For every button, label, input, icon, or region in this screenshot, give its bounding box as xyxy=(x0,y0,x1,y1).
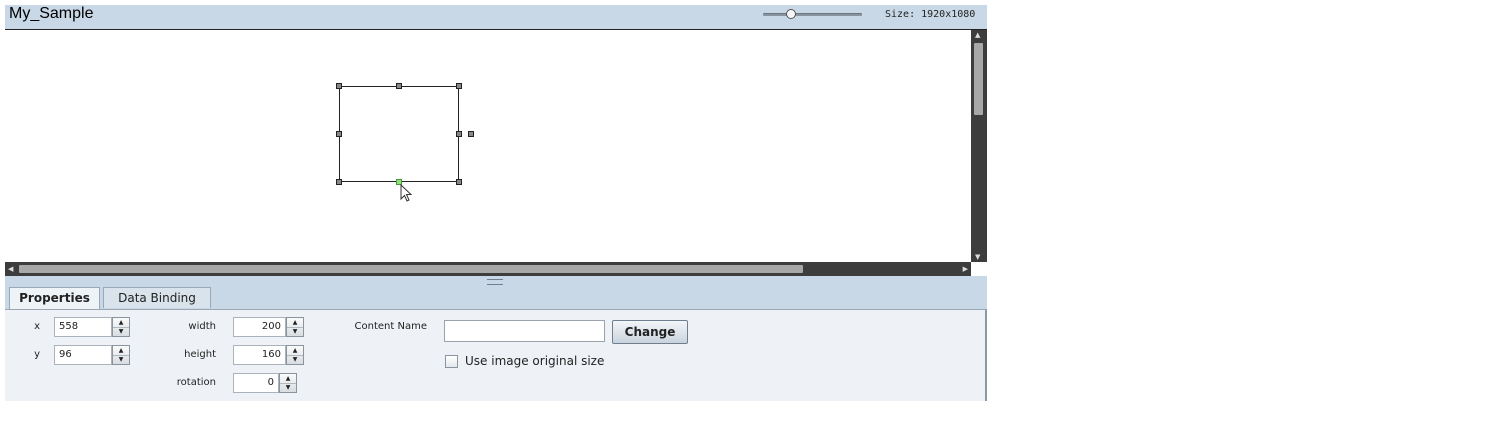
content-name-label: Content Name xyxy=(354,321,427,332)
rotation-input[interactable]: 0 xyxy=(233,373,279,393)
rotation-stepper[interactable]: ▲ ▼ xyxy=(279,373,297,393)
decrement-icon[interactable]: ▼ xyxy=(280,383,296,392)
width-stepper[interactable]: ▲ ▼ xyxy=(286,317,304,337)
y-label: y xyxy=(34,349,40,360)
decrement-icon[interactable]: ▼ xyxy=(113,327,129,336)
tab-strip: Properties Data Binding xyxy=(5,286,987,310)
decrement-icon[interactable]: ▼ xyxy=(113,355,129,364)
width-input[interactable]: 200 xyxy=(233,317,286,337)
scroll-right-icon[interactable]: ▶ xyxy=(963,264,968,274)
scroll-left-icon[interactable]: ◀ xyxy=(8,264,13,274)
editor-app: My_Sample Size: 1920x1080 ▲ ▼ ◀ ▶ Proper… xyxy=(5,5,987,401)
header-bar: My_Sample Size: 1920x1080 xyxy=(5,5,987,30)
canvas-size-label: Size: 1920x1080 xyxy=(885,9,976,20)
content-name-input[interactable] xyxy=(444,320,605,342)
rotation-label: rotation xyxy=(176,377,216,388)
panel-splitter[interactable] xyxy=(5,276,987,286)
scroll-up-icon[interactable]: ▲ xyxy=(975,31,980,39)
horizontal-scroll-thumb[interactable] xyxy=(19,265,803,273)
use-original-size-label: Use image original size xyxy=(465,354,605,368)
resize-handle-middle-right[interactable] xyxy=(456,131,462,137)
height-label: height xyxy=(184,349,216,360)
horizontal-scrollbar[interactable]: ◀ ▶ xyxy=(5,262,971,276)
zoom-slider-thumb[interactable] xyxy=(786,9,796,19)
tab-data-binding[interactable]: Data Binding xyxy=(103,287,211,308)
width-label: width xyxy=(188,321,216,332)
scroll-down-icon[interactable]: ▼ xyxy=(975,253,980,261)
tab-properties[interactable]: Properties xyxy=(9,287,100,310)
resize-handle-middle-left[interactable] xyxy=(336,131,342,137)
resize-handle-bottom-left[interactable] xyxy=(336,179,342,185)
use-original-size-checkbox[interactable] xyxy=(445,355,458,368)
zoom-slider-track[interactable] xyxy=(763,13,862,16)
resize-handle-top-left[interactable] xyxy=(336,83,342,89)
vertical-scrollbar[interactable]: ▲ ▼ xyxy=(971,30,987,262)
x-label: x xyxy=(34,321,40,332)
rotation-handle[interactable] xyxy=(468,131,474,137)
decrement-icon[interactable]: ▼ xyxy=(287,327,303,336)
x-stepper[interactable]: ▲ ▼ xyxy=(112,317,130,337)
selected-shape[interactable] xyxy=(339,86,459,182)
splitter-grip-icon[interactable] xyxy=(487,279,503,285)
properties-panel: x 558 ▲ ▼ y 96 ▲ ▼ width 200 ▲ ▼ height … xyxy=(5,309,987,401)
height-stepper[interactable]: ▲ ▼ xyxy=(286,345,304,365)
mouse-pointer-icon xyxy=(400,184,413,202)
change-button[interactable]: Change xyxy=(612,320,688,344)
resize-handle-top-center[interactable] xyxy=(396,83,402,89)
resize-handle-top-right[interactable] xyxy=(456,83,462,89)
document-title: My_Sample xyxy=(9,5,94,22)
vertical-scroll-thumb[interactable] xyxy=(974,43,983,115)
resize-handle-bottom-right[interactable] xyxy=(456,179,462,185)
height-input[interactable]: 160 xyxy=(233,345,286,365)
design-canvas[interactable] xyxy=(5,30,971,262)
x-input[interactable]: 558 xyxy=(54,317,112,337)
y-stepper[interactable]: ▲ ▼ xyxy=(112,345,130,365)
y-input[interactable]: 96 xyxy=(54,345,112,365)
decrement-icon[interactable]: ▼ xyxy=(287,355,303,364)
